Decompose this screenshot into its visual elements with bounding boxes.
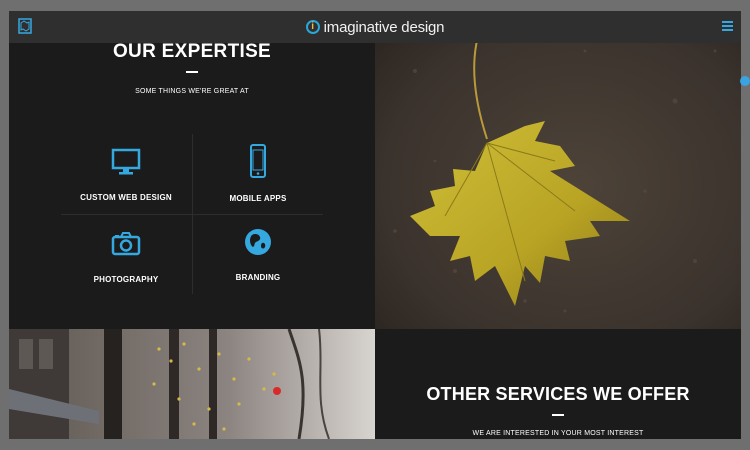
other-services-subtitle: WE ARE INTERESTED IN YOUR MOST INTEREST — [472, 430, 644, 437]
leaf-image — [375, 11, 741, 329]
scroll-indicator[interactable] — [740, 76, 750, 86]
other-services-section: OTHER SERVICES WE OFFER WE ARE INTERESTE… — [375, 329, 741, 439]
service-label: CUSTOM WEB DESIGN — [80, 193, 172, 202]
title-divider — [552, 414, 564, 416]
expertise-title: OUR EXPERTISE — [112, 41, 272, 62]
street-image — [9, 329, 375, 439]
grid-divider-horizontal — [61, 214, 323, 215]
expertise-subtitle: SOME THINGS WE'RE GREAT AT — [135, 88, 249, 95]
yellow-leaf-photo — [375, 11, 741, 329]
monitor-icon — [111, 148, 141, 175]
street-lights-photo — [9, 329, 375, 439]
service-custom-web-design[interactable]: CUSTOM WEB DESIGN — [61, 147, 191, 202]
service-branding[interactable]: BRANDING — [193, 227, 323, 282]
book-map-icon[interactable] — [18, 18, 32, 34]
title-divider — [186, 71, 198, 73]
other-services-title: OTHER SERVICES WE OFFER — [426, 384, 690, 404]
logo-mark-icon: i — [305, 20, 320, 34]
top-navigation-bar: i imaginative design — [9, 11, 741, 43]
camera-icon — [111, 232, 141, 256]
globe-icon — [245, 229, 271, 255]
smartphone-icon — [250, 144, 266, 178]
service-label: BRANDING — [235, 273, 281, 282]
service-photography[interactable]: PHOTOGRAPHY — [61, 229, 191, 284]
service-label: PHOTOGRAPHY — [93, 275, 159, 284]
brand-logo[interactable]: i imaginative design — [305, 18, 445, 36]
service-mobile-apps[interactable]: MOBILE APPS — [193, 144, 323, 203]
expertise-section: OUR EXPERTISE SOME THINGS WE'RE GREAT AT… — [9, 11, 375, 329]
hamburger-menu-icon[interactable] — [722, 21, 733, 32]
service-label: MOBILE APPS — [229, 194, 287, 203]
page-frame: i imaginative design OUR EXPERTISE SOME … — [9, 11, 741, 439]
brand-name: imaginative design — [323, 18, 445, 36]
